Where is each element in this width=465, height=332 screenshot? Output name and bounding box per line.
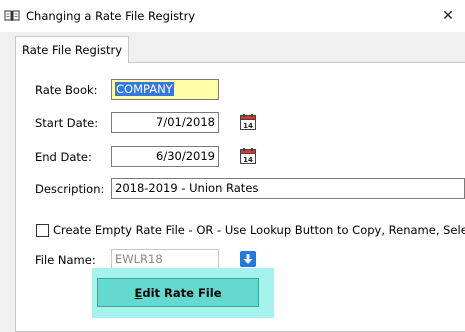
- calendar-icon[interactable]: 14: [240, 148, 256, 164]
- edit-rate-file-button[interactable]: Edit Rate File: [97, 278, 259, 307]
- file-name-input[interactable]: EWLR18: [111, 249, 219, 270]
- description-label: Description:: [35, 182, 105, 196]
- file-name-label: File Name:: [35, 253, 96, 267]
- create-empty-label[interactable]: Create Empty Rate File - OR - Use Lookup…: [53, 223, 465, 237]
- svg-text:14: 14: [243, 122, 253, 130]
- end-date-input[interactable]: 6/30/2019: [111, 146, 219, 167]
- calendar-icon[interactable]: 14: [240, 114, 256, 130]
- tab-rate-file-registry[interactable]: Rate File Registry: [15, 36, 130, 63]
- title-bar: Changing a Rate File Registry ✕: [0, 0, 465, 32]
- edit-rate-file-button-focus: Edit Rate File: [92, 268, 274, 318]
- window-title: Changing a Rate File Registry: [26, 9, 196, 23]
- tab-label: Rate File Registry: [22, 43, 123, 57]
- rate-book-input[interactable]: COMPANY: [111, 79, 219, 100]
- rate-book-label: Rate Book:: [35, 83, 98, 97]
- close-icon: ✕: [442, 8, 454, 24]
- start-date-label: Start Date:: [35, 116, 99, 130]
- start-date-input[interactable]: 7/01/2018: [111, 112, 219, 133]
- edit-button-label: dit Rate File: [142, 285, 222, 300]
- edit-button-mnemonic: E: [134, 285, 143, 300]
- end-date-value: 6/30/2019: [156, 149, 215, 163]
- book-icon: [4, 10, 20, 21]
- start-date-value: 7/01/2018: [156, 115, 215, 129]
- down-arrow-icon[interactable]: [240, 251, 256, 267]
- end-date-label: End Date:: [35, 150, 92, 164]
- file-name-value: EWLR18: [115, 252, 163, 266]
- rate-book-value: COMPANY: [115, 82, 174, 96]
- description-input[interactable]: 2018-2019 - Union Rates: [111, 178, 465, 199]
- svg-text:14: 14: [243, 156, 253, 164]
- close-button[interactable]: ✕: [437, 8, 459, 24]
- create-empty-checkbox[interactable]: [36, 224, 49, 237]
- description-value: 2018-2019 - Union Rates: [115, 181, 259, 195]
